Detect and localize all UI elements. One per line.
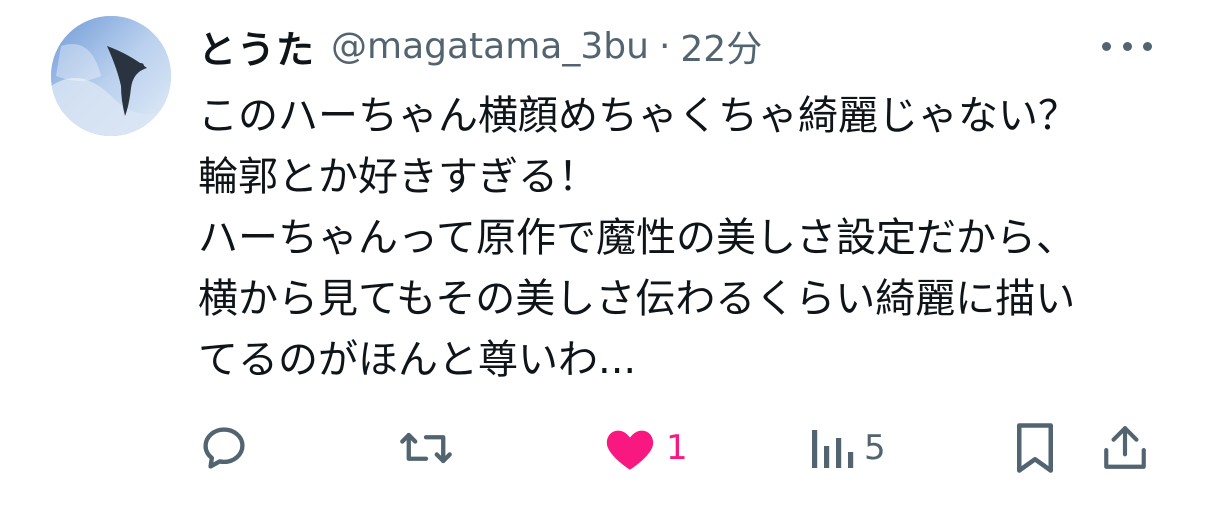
action-bar: 1 5 — [0, 420, 1206, 476]
display-name[interactable]: とうた — [198, 19, 315, 74]
tweet[interactable]: とうた @magatama_3bu · 22分 このハーちゃん横顔めちゃくちゃ綺… — [0, 0, 1206, 508]
separator-dot: · — [658, 25, 671, 67]
more-dot — [1122, 41, 1132, 51]
avatar-image — [51, 16, 171, 136]
retweet-icon — [400, 432, 452, 464]
timestamp[interactable]: 22分 — [680, 20, 762, 72]
views-icon — [812, 430, 854, 468]
tweet-text: このハーちゃん横顔めちゃくちゃ綺麗じゃない？ 輪郭とか好きすぎる！ ハーちゃんっ… — [198, 86, 1178, 391]
share-icon — [1104, 426, 1146, 469]
user-handle[interactable]: @magatama_3bu — [331, 26, 649, 67]
retweet-button[interactable] — [398, 420, 454, 476]
tweet-text-line: てるのがほんと尊いわ... — [198, 337, 637, 383]
tweet-text-line: このハーちゃん横顔めちゃくちゃ綺麗じゃない？ — [198, 93, 1078, 139]
reply-button[interactable] — [198, 420, 250, 476]
reply-icon — [203, 427, 245, 469]
views-button[interactable]: 5 — [810, 420, 886, 476]
tweet-text-line: 輪郭とか好きすぎる！ — [198, 154, 598, 200]
tweet-text-line: 横から見てもその美しさ伝わるくらい綺麗に描い — [198, 276, 1076, 322]
share-button[interactable] — [1100, 420, 1150, 476]
bookmark-icon — [1017, 423, 1053, 473]
views-count: 5 — [864, 428, 886, 468]
bookmark-button[interactable] — [1012, 420, 1058, 476]
tweet-text-line: ハーちゃんって原作で魔性の美しさ設定だから、 — [198, 215, 1076, 261]
heart-icon — [606, 430, 654, 470]
like-count: 1 — [666, 428, 688, 468]
tweet-header: とうた @magatama_3bu · 22分 — [198, 18, 762, 74]
more-dot — [1143, 41, 1152, 51]
avatar[interactable] — [51, 16, 171, 136]
like-button[interactable]: 1 — [604, 420, 688, 476]
more-dot — [1102, 41, 1111, 51]
more-options-button[interactable] — [1102, 36, 1152, 56]
